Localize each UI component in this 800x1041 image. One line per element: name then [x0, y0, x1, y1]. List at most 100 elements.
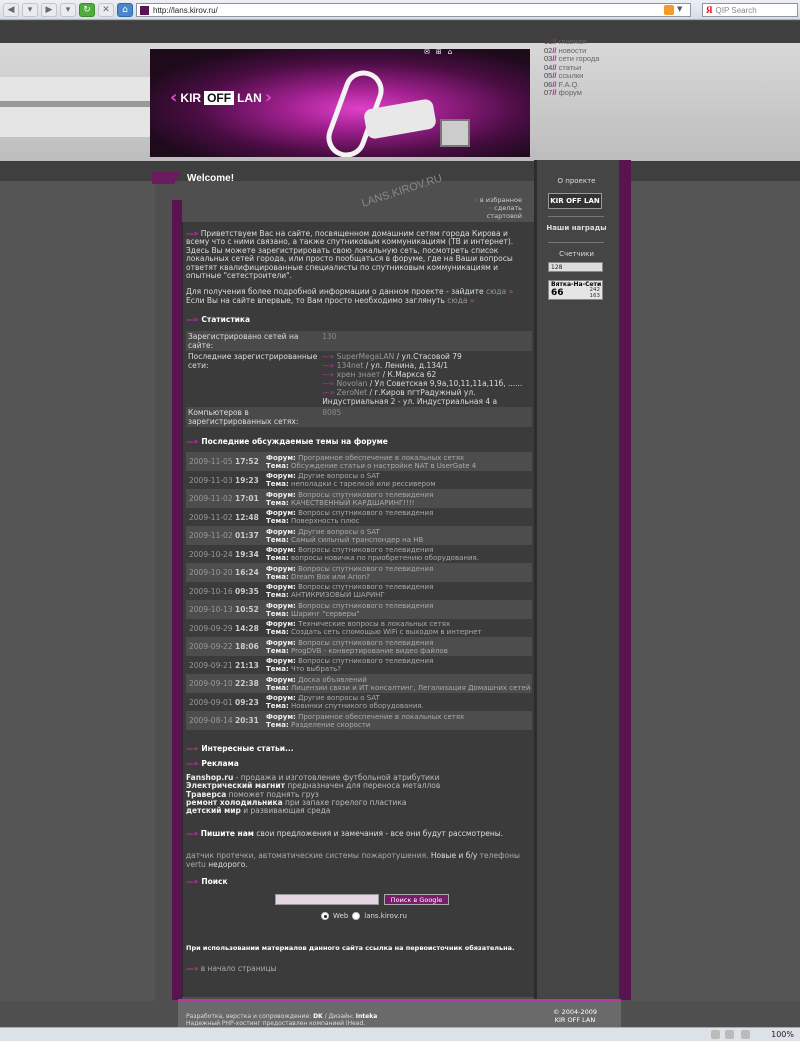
network-link[interactable]: ZeroNet — [337, 388, 367, 397]
mail-icon[interactable]: ✉ — [424, 48, 430, 56]
dev-link[interactable]: DK — [313, 1013, 323, 1020]
home-link-icon[interactable]: ⌂ — [448, 48, 452, 56]
radio-web[interactable] — [321, 912, 329, 920]
intro-paragraph: Если Вы на сайте впервые, то Вам просто … — [186, 295, 475, 305]
dropdown-icon[interactable]: ▼ — [677, 5, 687, 15]
topic-info: Форум: Вопросы спутникового телевидения Т… — [264, 600, 532, 619]
counters-title: Счетчики — [559, 250, 594, 258]
first-visit-link[interactable]: сюда — [447, 296, 467, 305]
search-placeholder[interactable]: QIP Search — [716, 6, 757, 15]
status-icon[interactable] — [741, 1030, 750, 1039]
forum-link[interactable]: Другие вопросы о SAT — [298, 694, 380, 702]
vyatka-counter[interactable]: Вятка-На-Сети 66 242 163 — [548, 280, 603, 300]
topic-link[interactable]: Обсуждение статьи о настройке NAT в User… — [291, 462, 476, 470]
list-item[interactable]: детский мир и развивающая среда — [186, 807, 532, 815]
radio-site[interactable] — [352, 912, 361, 920]
forum-link[interactable]: Вопросы спутникового телевидения — [298, 639, 433, 647]
network-list: —» SuperMegaLAN / ул.Стасовой 79 —» 134n… — [320, 351, 532, 407]
topic-link[interactable]: Новинки спутникого оборудования. — [291, 702, 424, 710]
forum-link[interactable]: Програмное обеспечение в локальных сетях — [298, 454, 464, 462]
footer-brand: KIR OFF LAN — [554, 1016, 596, 1024]
network-link[interactable]: 134net — [337, 361, 364, 370]
topic-info: Форум: Другие вопросы о SAT Тема: Самый с… — [264, 526, 532, 545]
network-link[interactable]: Novolan — [337, 379, 368, 388]
forum-link[interactable]: Технические вопросы в локальных сетях — [298, 620, 450, 628]
topic-date: 2009-11-03 19:23 — [189, 475, 259, 485]
to-top-link[interactable]: —» в начало страницы — [186, 965, 532, 973]
topic-date: 2009-11-02 01:37 — [186, 526, 264, 545]
add-favorites-link[interactable]: » в избранное — [460, 196, 522, 204]
topic-info: Форум: Вопросы спутникового телевидения Т… — [266, 509, 434, 525]
topic-date: 2009-11-02 17:01 — [186, 489, 264, 508]
site-logo[interactable]: ‹ KIR OFF LAN › — [170, 87, 272, 108]
search-input[interactable] — [275, 894, 379, 905]
forum-link[interactable]: Програмное обеспечение в локальных сетях — [298, 713, 464, 721]
topic-link[interactable]: АНТИКРИЗОВЫЙ ШАРИНГ — [291, 591, 385, 599]
menu-item-forum[interactable]: 07// форум — [544, 88, 599, 98]
favorites-links: » в избранное » сделать стартовой — [460, 196, 522, 220]
about-link[interactable]: сюда — [486, 287, 506, 296]
sidebar-logo[interactable]: KIR OFF LAN — [548, 193, 602, 209]
topic-date: 2009-10-16 09:35 — [189, 586, 259, 596]
topic-link[interactable]: ProgDVB - конвертирование видео файлов — [291, 647, 448, 655]
right-margin — [631, 181, 800, 1001]
stats-heading: —» Статистика — [186, 315, 251, 325]
topic-link[interactable]: Dream Box или Arion? — [291, 573, 370, 581]
search-box[interactable]: Я QIP Search — [702, 3, 798, 17]
topic-date: 2009-10-13 10:52 — [186, 600, 264, 619]
network-link[interactable]: SuperMegaLAN — [337, 352, 395, 361]
topic-info: Форум: Програмное обеспечение в локальны… — [264, 711, 532, 730]
forum-link[interactable]: Другие вопросы о SAT — [298, 472, 380, 480]
topic-link[interactable]: Шаринг "серверы" — [291, 610, 360, 618]
topic-link[interactable]: вопросы новичка по приобретению оборудов… — [291, 554, 479, 562]
home-icon[interactable]: ⌂ — [117, 2, 133, 17]
back-icon[interactable]: ◀ — [3, 2, 19, 17]
topic-link[interactable]: Лицензии связи и ИТ консалтинг, Легализа… — [291, 684, 530, 692]
address-bar[interactable]: http://lans.kirov.ru/ ▼ — [136, 3, 691, 17]
forward-dropdown-icon[interactable]: ▾ — [60, 2, 76, 17]
forum-link[interactable]: Вопросы спутникового телевидения — [298, 491, 433, 499]
forum-link[interactable]: Вопросы спутникового телевидения — [298, 509, 433, 517]
design-link[interactable]: Inteka — [356, 1013, 377, 1020]
feedback-line: —» Пишите нам свои предложения и замечан… — [186, 828, 504, 838]
stop-icon[interactable]: ✕ — [98, 2, 114, 17]
forward-icon[interactable]: ▶ — [41, 2, 57, 17]
reload-icon[interactable]: ↻ — [79, 2, 95, 17]
addon-icon[interactable] — [711, 1030, 720, 1039]
topic-link[interactable]: Разделение скорости — [291, 721, 370, 729]
network-link[interactable]: хрен знает — [337, 370, 381, 379]
make-start-link[interactable]: » сделать стартовой — [460, 204, 522, 220]
articles-heading[interactable]: —» Интересные статьи... — [186, 744, 532, 753]
rss-icon[interactable] — [664, 5, 674, 15]
right-border — [619, 160, 631, 1000]
shield-icon[interactable] — [725, 1030, 734, 1039]
forum-link[interactable]: Другие вопросы о SAT — [298, 528, 380, 536]
forum-link[interactable]: Вопросы спутникового телевидения — [298, 565, 433, 573]
forum-link[interactable]: Вопросы спутникового телевидения — [298, 546, 433, 554]
forum-link[interactable]: Вопросы спутникового телевидения — [298, 657, 433, 665]
topic-link[interactable]: Поверхность плюс — [291, 517, 360, 525]
topic-link[interactable]: Самый сильный транспондер на HB — [291, 536, 423, 544]
topic-info: Форум: Вопросы спутникового телевидения Т… — [264, 489, 532, 508]
table-row: 2009-11-02 01:37 Форум: Другие вопросы о … — [186, 526, 532, 545]
url-text[interactable]: http://lans.kirov.ru/ — [153, 6, 218, 15]
sitemap-icon[interactable]: ⊞ — [436, 48, 442, 56]
forum-link[interactable]: Вопросы спутникового телевидения — [298, 583, 433, 591]
back-dropdown-icon[interactable]: ▾ — [22, 2, 38, 17]
counter-sub: 163 — [589, 293, 601, 299]
topic-link[interactable]: Создать сеть спомощью WiFi с выходом в и… — [291, 628, 482, 636]
stats-table: Зарегистрировано сетей на сайте: 130 Пос… — [186, 331, 532, 428]
forum-link[interactable]: Вопросы спутникового телевидения — [298, 602, 433, 610]
awards-title: Наши награды — [546, 224, 607, 232]
topic-link[interactable]: неполадки с тарелкой или рессивером — [291, 480, 436, 488]
zoom-level[interactable]: 100% — [771, 1030, 794, 1039]
topic-link[interactable]: КАЧЕСТВЕННЫЙ КАРДШАРИНГ!!!! — [291, 499, 414, 507]
forum-link[interactable]: Доска объявлений — [298, 676, 367, 684]
topic-link[interactable]: Что выбрать? — [291, 665, 341, 673]
google-search-button[interactable]: Поиск в Google — [384, 894, 449, 905]
write-us-link[interactable]: Пишите нам — [201, 829, 254, 838]
about-project-link[interactable]: О проекте — [534, 177, 619, 185]
counter-badge[interactable]: 128 — [548, 262, 603, 272]
table-row: 2009-09-21 21:13 Форум: Вопросы спутников… — [186, 656, 532, 675]
search-heading: —» Поиск — [186, 877, 228, 886]
